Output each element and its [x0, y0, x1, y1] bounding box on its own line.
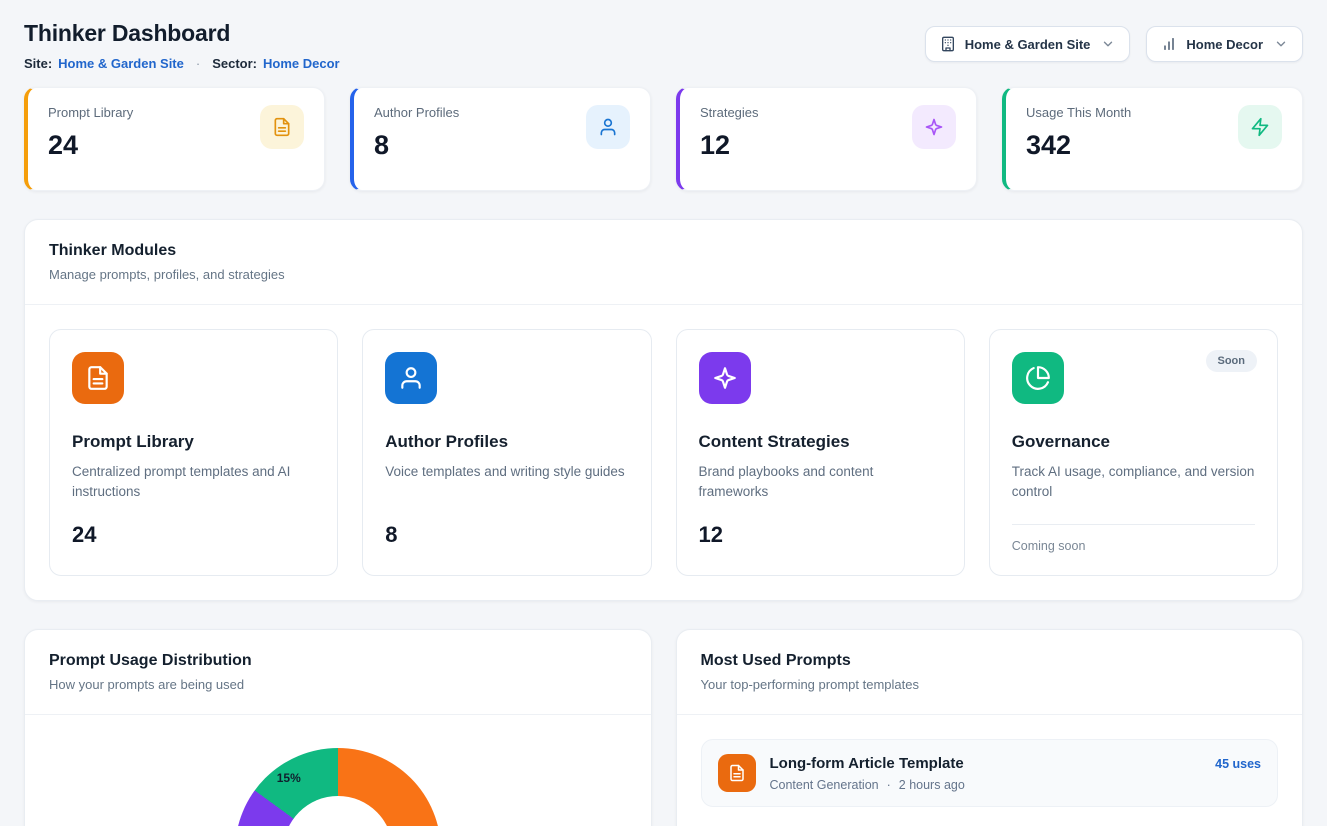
sector-label: Sector: — [212, 56, 257, 71]
prompt-item-time: 2 hours ago — [899, 778, 965, 792]
prompt-list-item[interactable]: Long-form Article Template Content Gener… — [701, 739, 1279, 807]
stat-text: Strategies 12 — [700, 105, 759, 161]
user-icon — [385, 352, 437, 404]
most-used-subtitle: Your top-performing prompt templates — [701, 677, 1279, 692]
module-title: Content Strategies — [699, 432, 942, 452]
module-count: 24 — [72, 522, 315, 548]
prompt-list: Long-form Article Template Content Gener… — [677, 715, 1303, 826]
stat-text: Prompt Library 24 — [48, 105, 133, 161]
module-card-prompt-library[interactable]: Prompt Library Centralized prompt templa… — [49, 329, 338, 576]
module-title: Author Profiles — [385, 432, 628, 452]
stat-value: 8 — [374, 130, 459, 161]
stat-value: 342 — [1026, 130, 1131, 161]
meta-separator: · — [887, 778, 891, 792]
prompt-item-meta: Content Generation · 2 hours ago — [770, 778, 965, 792]
modules-title: Thinker Modules — [49, 242, 1278, 260]
module-title: Prompt Library — [72, 432, 315, 452]
module-count: 12 — [699, 522, 942, 548]
bottom-row: Prompt Usage Distribution How your promp… — [24, 629, 1303, 826]
header-selectors: Home & Garden Site Home Decor — [925, 26, 1303, 62]
page-title: Thinker Dashboard — [24, 20, 340, 47]
site-selector-label: Home & Garden Site — [965, 37, 1091, 52]
modules-panel-header: Thinker Modules Manage prompts, profiles… — [25, 220, 1302, 305]
modules-subtitle: Manage prompts, profiles, and strategies — [49, 267, 1278, 282]
breadcrumb: Site: Home & Garden Site · Sector: Home … — [24, 56, 340, 71]
stat-value: 12 — [700, 130, 759, 161]
breadcrumb-separator: · — [196, 56, 200, 71]
coming-soon-text: Coming soon — [1012, 539, 1255, 553]
sparkles-icon — [912, 105, 956, 149]
building-icon — [940, 36, 956, 52]
module-description: Brand playbooks and content frameworks — [699, 462, 942, 504]
prompt-usage-title: Prompt Usage Distribution — [49, 652, 627, 670]
user-icon — [586, 105, 630, 149]
bar-chart-icon — [1161, 36, 1177, 52]
sparkles-icon — [699, 352, 751, 404]
prompt-usage-subtitle: How your prompts are being used — [49, 677, 627, 692]
document-icon — [72, 352, 124, 404]
module-description: Track AI usage, compliance, and version … — [1012, 462, 1255, 504]
thinker-dashboard-page: Thinker Dashboard Site: Home & Garden Si… — [0, 0, 1327, 826]
module-card-content-strategies[interactable]: Content Strategies Brand playbooks and c… — [676, 329, 965, 576]
stat-card-prompt-library: Prompt Library 24 — [24, 87, 325, 191]
prompt-usage-panel: Prompt Usage Distribution How your promp… — [24, 629, 652, 826]
module-title: Governance — [1012, 432, 1255, 452]
document-icon — [260, 105, 304, 149]
module-divider — [1012, 524, 1255, 525]
prompt-item-category: Content Generation — [770, 778, 879, 792]
stat-card-strategies: Strategies 12 — [676, 87, 977, 191]
site-selector-dropdown[interactable]: Home & Garden Site — [925, 26, 1131, 62]
site-link[interactable]: Home & Garden Site — [58, 56, 184, 71]
chevron-down-icon — [1101, 37, 1115, 51]
document-icon — [718, 754, 756, 792]
stat-label: Prompt Library — [48, 105, 133, 120]
header-left: Thinker Dashboard Site: Home & Garden Si… — [24, 20, 340, 71]
usage-donut-chart: 15% — [235, 748, 441, 826]
most-used-title: Most Used Prompts — [701, 652, 1279, 670]
prompt-item-uses: 45 uses — [1215, 757, 1261, 771]
module-grid: Prompt Library Centralized prompt templa… — [25, 305, 1302, 600]
soon-badge: Soon — [1206, 350, 1258, 372]
donut-percent-label: 15% — [277, 771, 301, 785]
stat-label: Strategies — [700, 105, 759, 120]
most-used-header: Most Used Prompts Your top-performing pr… — [677, 630, 1303, 715]
sector-link[interactable]: Home Decor — [263, 56, 340, 71]
lightning-icon — [1238, 105, 1282, 149]
module-description: Centralized prompt templates and AI inst… — [72, 462, 315, 504]
stat-value: 24 — [48, 130, 133, 161]
prompt-item-text: Long-form Article Template Content Gener… — [770, 754, 965, 792]
thinker-modules-panel: Thinker Modules Manage prompts, profiles… — [24, 219, 1303, 601]
site-label: Site: — [24, 56, 52, 71]
sector-selector-label: Home Decor — [1186, 37, 1263, 52]
stat-text: Usage This Month 342 — [1026, 105, 1131, 161]
stat-text: Author Profiles 8 — [374, 105, 459, 161]
prompt-usage-header: Prompt Usage Distribution How your promp… — [25, 630, 651, 715]
module-card-author-profiles[interactable]: Author Profiles Voice templates and writ… — [362, 329, 651, 576]
stat-label: Usage This Month — [1026, 105, 1131, 120]
stat-card-author-profiles: Author Profiles 8 — [350, 87, 651, 191]
module-count: 8 — [385, 522, 628, 548]
sector-selector-dropdown[interactable]: Home Decor — [1146, 26, 1303, 62]
stat-card-usage-this-month: Usage This Month 342 — [1002, 87, 1303, 191]
chart-area: 15% — [25, 715, 651, 826]
stat-label: Author Profiles — [374, 105, 459, 120]
stats-row: Prompt Library 24 Author Profiles 8 Stra… — [24, 87, 1303, 191]
page-header: Thinker Dashboard Site: Home & Garden Si… — [24, 20, 1303, 71]
chevron-down-icon — [1274, 37, 1288, 51]
module-description: Voice templates and writing style guides — [385, 462, 628, 504]
prompt-item-title: Long-form Article Template — [770, 755, 965, 772]
most-used-panel: Most Used Prompts Your top-performing pr… — [676, 629, 1304, 826]
pie-chart-icon — [1012, 352, 1064, 404]
module-card-governance[interactable]: Soon Governance Track AI usage, complian… — [989, 329, 1278, 576]
